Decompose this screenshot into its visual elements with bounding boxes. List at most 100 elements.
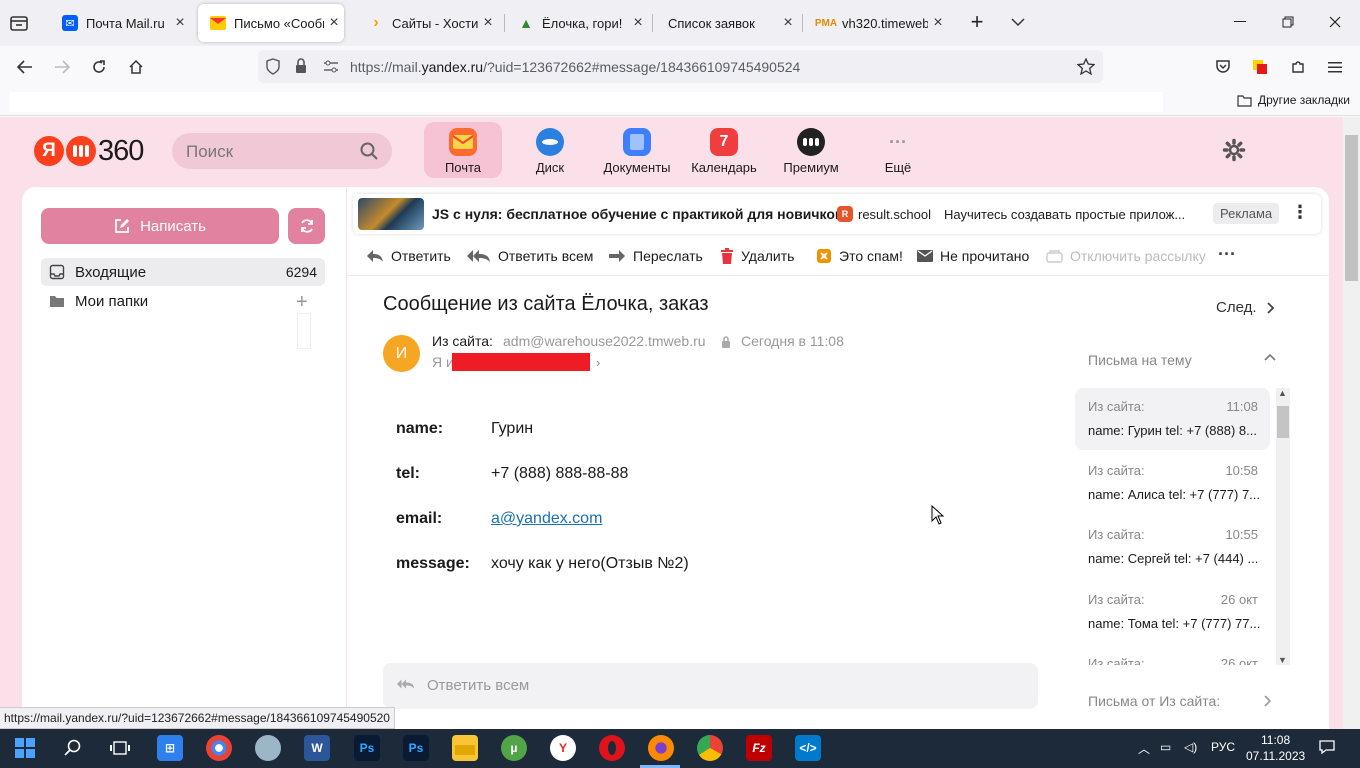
firefox-icon[interactable]: [648, 735, 674, 761]
yandex-360-logo[interactable]: Я 360: [34, 135, 144, 167]
tab-timeweb-sites[interactable]: › Сайты - Хостин ×: [356, 4, 498, 42]
word-icon[interactable]: W: [304, 735, 330, 761]
thread-item[interactable]: Из сайта: 10:55 name: Сергей tel: +7 (44…: [1075, 516, 1270, 578]
menu-icon[interactable]: [1323, 55, 1347, 79]
file-explorer-icon[interactable]: [452, 735, 478, 761]
reply-button[interactable]: Ответить: [366, 248, 451, 264]
utorrent-icon[interactable]: µ: [501, 735, 527, 761]
search-icon[interactable]: [60, 735, 86, 761]
permissions-icon[interactable]: [322, 59, 340, 75]
tab-list-icon[interactable]: [8, 12, 30, 34]
forward-button[interactable]: Переслать: [608, 248, 703, 264]
chrome-icon[interactable]: [697, 735, 723, 761]
list-all-tabs-button[interactable]: [998, 8, 1038, 36]
extensions-puzzle-icon[interactable]: [1286, 55, 1310, 79]
search-icon[interactable]: [360, 142, 378, 160]
new-tab-button[interactable]: +: [957, 8, 997, 36]
back-icon[interactable]: [13, 55, 37, 79]
mark-unread-button[interactable]: Не прочитано: [917, 248, 1029, 264]
opera-icon[interactable]: [599, 735, 625, 761]
yandex-browser-icon[interactable]: Y: [550, 735, 576, 761]
close-tab-icon[interactable]: ×: [628, 14, 648, 32]
add-folder-icon[interactable]: +: [296, 291, 308, 314]
search-input[interactable]: Поиск: [172, 133, 392, 169]
email-link[interactable]: a@yandex.com: [491, 510, 602, 528]
page-scroll-thumb[interactable]: [1345, 135, 1358, 281]
unsubscribe-button[interactable]: Отключить рассылку: [1046, 248, 1206, 264]
thread-item[interactable]: Из сайта: 10:58 name: Алиса tel: +7 (777…: [1075, 452, 1270, 514]
chromium-icon[interactable]: [206, 735, 232, 761]
photoshop-icon[interactable]: Ps: [354, 735, 380, 761]
close-tab-icon[interactable]: ×: [478, 14, 498, 32]
thread-item[interactable]: Из сайта: 11:08 name: Гурин tel: +7 (888…: [1075, 388, 1270, 450]
refresh-button[interactable]: [288, 208, 325, 244]
app-calendar[interactable]: 7 Календарь: [685, 122, 763, 178]
taskbar-clock[interactable]: 11:08 07.11.2023: [1246, 732, 1305, 764]
shield-icon[interactable]: [265, 58, 281, 76]
ad-menu-icon[interactable]: ⋮: [1291, 202, 1309, 223]
page-scrollbar[interactable]: [1343, 117, 1360, 729]
tab-yandex-mail[interactable]: Письмо «Сообщ ×: [198, 4, 344, 42]
delete-button[interactable]: Удалить: [720, 248, 794, 264]
folder-inbox[interactable]: Входящие 6294: [41, 258, 325, 286]
folder-my-folders[interactable]: Мои папки: [41, 287, 325, 315]
task-view-icon[interactable]: [107, 735, 133, 761]
close-tab-icon[interactable]: ×: [170, 14, 190, 32]
scroll-up-arrow-icon[interactable]: ▲: [1278, 388, 1287, 398]
tray-chevron-up-icon[interactable]: ︿: [1138, 740, 1150, 757]
forward-icon[interactable]: [50, 55, 74, 79]
url-text[interactable]: https://mail.yandex.ru/?uid=123672662#me…: [350, 59, 800, 75]
app-documents[interactable]: Документы: [598, 122, 676, 178]
next-message-button[interactable]: След.: [1216, 299, 1275, 316]
thread-item[interactable]: Из сайта: 26 окт: [1075, 645, 1270, 665]
lock-icon[interactable]: [294, 58, 308, 75]
close-tab-icon[interactable]: ×: [778, 14, 798, 32]
thread-scroll-thumb[interactable]: [1277, 406, 1289, 438]
more-actions-icon[interactable]: ···: [1218, 244, 1236, 265]
vscode-icon[interactable]: </>: [795, 735, 821, 761]
app-more[interactable]: ··· Ещё: [859, 122, 937, 178]
volume-icon[interactable]: ◁): [1184, 740, 1197, 754]
close-tab-icon[interactable]: ×: [928, 14, 948, 32]
app-mail[interactable]: Почта: [424, 122, 502, 178]
tab-mailru[interactable]: ✉ Почта Mail.ru ×: [50, 4, 190, 42]
spam-button[interactable]: Это спам!: [816, 248, 903, 264]
home-icon[interactable]: [124, 55, 148, 79]
chevron-up-icon[interactable]: [1264, 353, 1276, 361]
letters-from-sender-link[interactable]: Письма от Из сайта:: [1088, 693, 1220, 709]
paint-icon[interactable]: [255, 735, 281, 761]
filezilla-icon[interactable]: Fz: [746, 735, 772, 761]
sender-name[interactable]: Из сайта:: [432, 333, 493, 349]
app-premium[interactable]: Премиум: [772, 122, 850, 178]
maximize-button[interactable]: [1268, 8, 1308, 36]
settings-gear-icon[interactable]: [1222, 138, 1246, 162]
reload-icon[interactable]: [87, 55, 111, 79]
tab-phpmyadmin[interactable]: PMA vh320.timeweb.r ×: [806, 4, 948, 42]
thread-item[interactable]: Из сайта: 26 окт name: Тома tel: +7 (777…: [1075, 581, 1270, 643]
language-indicator[interactable]: РУС: [1211, 740, 1235, 754]
ad-banner[interactable]: JS с нуля: бесплатное обучение с практик…: [353, 194, 1321, 234]
sender-email[interactable]: adm@warehouse2022.tmweb.ru: [503, 333, 706, 349]
thread-scrollbar[interactable]: ▲ ▼: [1276, 388, 1290, 665]
close-tab-icon[interactable]: ×: [324, 14, 344, 32]
expand-recipients-icon[interactable]: ›: [596, 355, 600, 370]
extension-icon[interactable]: [1248, 55, 1272, 79]
windows-start-icon[interactable]: [12, 735, 38, 761]
bookmark-star-icon[interactable]: [1077, 58, 1095, 75]
chevron-right-icon[interactable]: [1264, 695, 1272, 707]
app-disk[interactable]: Диск: [511, 122, 589, 178]
other-bookmarks-button[interactable]: Другие закладки: [1237, 93, 1350, 107]
calculator-icon[interactable]: ⊞: [157, 735, 183, 761]
sender-avatar[interactable]: И: [383, 335, 420, 372]
photoshop-icon-2[interactable]: Ps: [403, 735, 429, 761]
thread-title[interactable]: Письма на тему: [1088, 352, 1192, 368]
scroll-down-arrow-icon[interactable]: ▼: [1278, 655, 1287, 665]
quick-reply-all-input[interactable]: Ответить всем: [383, 663, 1038, 709]
tab-yolochka[interactable]: ▲ Ёлочка, гори! ×: [506, 4, 648, 42]
reply-all-button[interactable]: Ответить всем: [467, 248, 593, 264]
compose-button[interactable]: Написать: [41, 208, 279, 244]
pocket-icon[interactable]: [1211, 55, 1235, 79]
minimize-button[interactable]: [1220, 8, 1260, 36]
notifications-icon[interactable]: [1319, 740, 1335, 757]
close-window-button[interactable]: [1315, 8, 1355, 36]
